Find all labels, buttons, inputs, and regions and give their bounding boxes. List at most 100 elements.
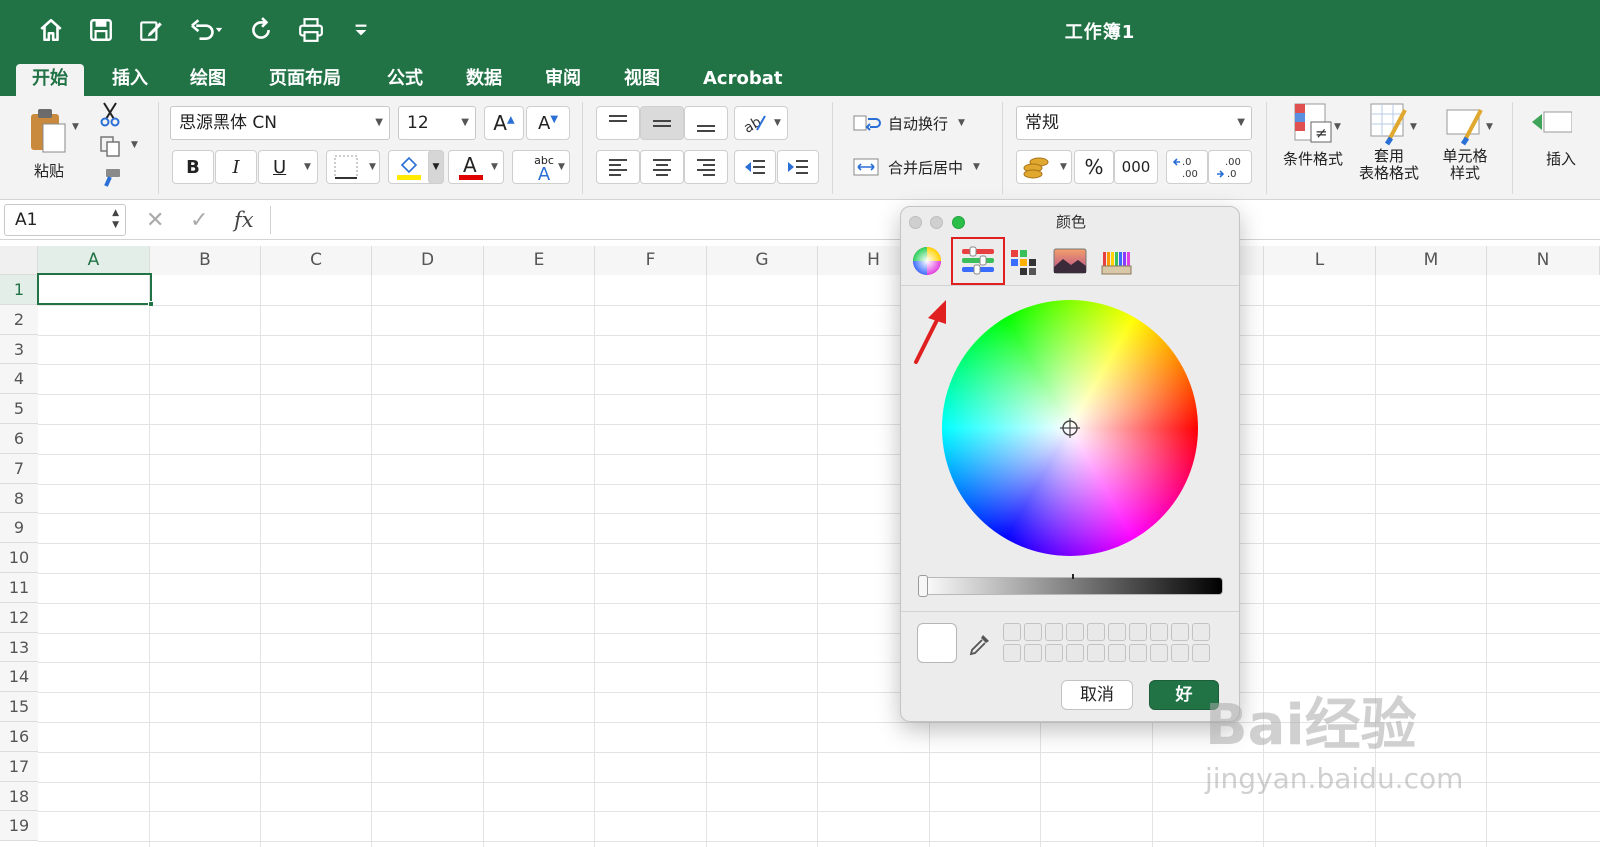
active-cell-a1[interactable] <box>37 273 154 307</box>
saved-color-slot[interactable] <box>1150 623 1168 641</box>
color-wheel-mode-button[interactable] <box>907 241 947 281</box>
column-header[interactable]: A <box>38 246 150 275</box>
cell-styles-button[interactable]: 单元格 样式 <box>1430 100 1500 196</box>
tab-draw[interactable]: 绘图 <box>174 64 242 96</box>
increase-decimal-button[interactable]: .0.00 <box>1166 150 1208 184</box>
insert-cells-button[interactable]: 插入 <box>1524 100 1600 196</box>
tab-view[interactable]: 视图 <box>608 64 676 96</box>
decrease-font-size-button[interactable]: A▼ <box>526 106 570 140</box>
column-header[interactable]: D <box>372 246 484 275</box>
row-header[interactable]: 1 <box>0 275 38 305</box>
align-top-button[interactable] <box>596 106 640 140</box>
column-header[interactable]: L <box>1264 246 1376 275</box>
row-header[interactable]: 6 <box>0 424 38 454</box>
format-as-table-button[interactable]: 套用 表格格式 <box>1354 100 1424 196</box>
saved-color-slot[interactable] <box>1087 623 1105 641</box>
decrease-indent-button[interactable] <box>734 150 776 184</box>
align-center-button[interactable] <box>640 150 684 184</box>
row-header[interactable]: 2 <box>0 304 38 335</box>
saved-color-slot[interactable] <box>1150 644 1168 662</box>
row-header[interactable]: 9 <box>0 513 38 544</box>
edit-button[interactable] <box>136 15 166 45</box>
customize-toolbar-button[interactable] <box>346 15 376 45</box>
row-header[interactable]: 17 <box>0 751 38 782</box>
brightness-slider-knob[interactable] <box>918 575 928 597</box>
font-color-dropdown-arrow[interactable]: ▼ <box>491 162 498 172</box>
saved-color-slot[interactable] <box>1045 623 1063 641</box>
percent-style-button[interactable]: % <box>1074 150 1114 184</box>
tab-review[interactable]: 审阅 <box>529 64 597 96</box>
row-header[interactable]: 14 <box>0 662 38 693</box>
merge-center-button[interactable]: 合并后居中 ▼ <box>852 152 992 182</box>
select-all-corner[interactable] <box>0 246 38 275</box>
paste-button[interactable]: 粘贴 <box>14 102 84 184</box>
current-color-swatch[interactable] <box>917 623 957 663</box>
fill-handle[interactable] <box>148 301 154 307</box>
format-as-table-arrow[interactable]: ▼ <box>1410 122 1417 132</box>
saved-color-slot[interactable] <box>1024 623 1042 641</box>
row-header[interactable]: 16 <box>0 722 38 752</box>
italic-button[interactable]: I <box>215 150 257 184</box>
row-header[interactable]: 7 <box>0 453 38 484</box>
increase-indent-button[interactable] <box>777 150 819 184</box>
decrease-decimal-button[interactable]: .00.0 <box>1208 150 1252 184</box>
row-header[interactable]: 18 <box>0 781 38 812</box>
copy-button[interactable] <box>96 132 124 160</box>
cancel-formula-icon[interactable]: ✕ <box>146 208 164 233</box>
align-bottom-button[interactable] <box>684 106 728 140</box>
saved-color-slot[interactable] <box>1087 644 1105 662</box>
save-button[interactable] <box>86 15 116 45</box>
orientation-dropdown-arrow[interactable]: ▼ <box>774 118 781 128</box>
redo-button[interactable] <box>246 15 276 45</box>
saved-color-slot[interactable] <box>1171 623 1189 641</box>
conditional-formatting-button[interactable]: ≠ 条件格式 <box>1278 100 1348 196</box>
column-header[interactable]: E <box>484 246 595 275</box>
underline-dropdown-arrow[interactable]: ▼ <box>304 162 311 172</box>
column-header[interactable]: M <box>1376 246 1487 275</box>
font-name-dropdown[interactable]: 思源黑体 CN ▼ <box>170 106 390 140</box>
increase-font-size-button[interactable]: A▲ <box>484 106 524 140</box>
row-header[interactable]: 3 <box>0 334 38 365</box>
row-header[interactable]: 8 <box>0 483 38 514</box>
color-palettes-mode-button[interactable] <box>1003 241 1043 281</box>
cut-button[interactable] <box>96 100 124 128</box>
tab-page-layout[interactable]: 页面布局 <box>253 64 357 96</box>
cancel-button[interactable]: 取消 <box>1061 680 1133 710</box>
font-size-dropdown[interactable]: 12 ▼ <box>398 106 476 140</box>
row-header[interactable]: 15 <box>0 692 38 722</box>
row-header[interactable]: 13 <box>0 632 38 663</box>
tab-formulas[interactable]: 公式 <box>371 64 439 96</box>
brightness-slider[interactable] <box>918 574 1223 597</box>
tab-insert[interactable]: 插入 <box>96 64 164 96</box>
name-box[interactable]: A1 ▲ ▼ <box>4 204 126 236</box>
undo-button[interactable] <box>186 15 226 45</box>
saved-color-slot[interactable] <box>1129 644 1147 662</box>
bold-button[interactable]: B <box>172 150 214 184</box>
number-format-dropdown[interactable]: 常规 ▼ <box>1016 106 1252 140</box>
fill-color-dropdown-arrow[interactable]: ▼ <box>428 150 444 184</box>
row-header[interactable]: 5 <box>0 394 38 424</box>
home-button[interactable] <box>36 15 66 45</box>
row-header[interactable]: 19 <box>0 811 38 842</box>
column-header[interactable]: F <box>595 246 707 275</box>
saved-color-slot[interactable] <box>1066 623 1084 641</box>
accounting-dropdown-arrow[interactable]: ▼ <box>1060 162 1067 172</box>
row-header[interactable]: 11 <box>0 573 38 603</box>
wrap-text-button[interactable]: 自动换行 ▼ <box>852 108 982 138</box>
eyedropper-icon[interactable] <box>967 631 993 657</box>
cell-styles-arrow[interactable]: ▼ <box>1486 122 1493 132</box>
print-button[interactable] <box>296 15 326 45</box>
insert-function-button[interactable]: fx <box>234 208 254 232</box>
format-painter-button[interactable] <box>96 164 124 192</box>
align-middle-button[interactable] <box>640 106 684 140</box>
saved-color-slot[interactable] <box>1003 623 1021 641</box>
saved-color-slot[interactable] <box>1171 644 1189 662</box>
saved-color-slot[interactable] <box>1192 644 1210 662</box>
image-palettes-mode-button[interactable] <box>1050 241 1090 281</box>
saved-color-slot[interactable] <box>1192 623 1210 641</box>
phonetic-dropdown-arrow[interactable]: ▼ <box>558 162 565 172</box>
pencils-mode-button[interactable] <box>1097 241 1137 281</box>
comma-style-button[interactable]: 000 <box>1114 150 1158 184</box>
confirm-formula-icon[interactable]: ✓ <box>190 208 208 233</box>
tab-home[interactable]: 开始 <box>16 64 84 96</box>
